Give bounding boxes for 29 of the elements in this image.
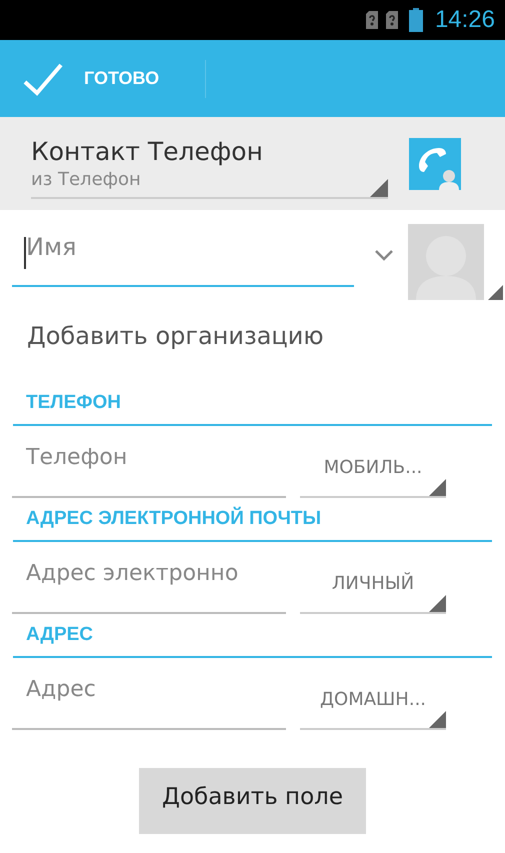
section-header: АДРЕС (13, 614, 492, 658)
add-field-button[interactable]: Добавить поле (139, 768, 366, 834)
account-selector[interactable]: Контакт Телефон из Телефон (31, 128, 388, 198)
dropdown-corner-icon (488, 285, 503, 300)
text-input-field[interactable]: Телефон (12, 438, 286, 498)
account-source: из Телефон (31, 168, 141, 192)
dropdown-corner-icon (429, 711, 446, 728)
clock: 14:26 (434, 6, 495, 34)
section-header: АДРЕС ЭЛЕКТРОННОЙ ПОЧТЫ (13, 498, 492, 542)
text-input-field[interactable]: Адрес электронно (12, 554, 286, 614)
chevron-down-icon[interactable] (374, 249, 394, 261)
add-organization-link[interactable]: Добавить организацию (0, 300, 505, 382)
sim-card-icon (364, 10, 379, 30)
name-input-field[interactable]: Имя (12, 223, 354, 287)
text-cursor (24, 237, 26, 269)
text-input-field[interactable]: Адрес (12, 670, 286, 730)
checkmark-icon (22, 62, 64, 96)
phone-contact-icon (409, 138, 461, 190)
type-dropdown[interactable]: ЛИЧНЫЙ (300, 558, 446, 614)
dropdown-corner-icon (429, 479, 446, 496)
dropdown-corner-icon (370, 178, 388, 196)
type-dropdown[interactable]: МОБИЛЬ... (300, 442, 446, 498)
battery-icon (408, 8, 423, 32)
type-dropdown[interactable]: ДОМАШН... (300, 674, 446, 730)
section-header: ТЕЛЕФОН (13, 382, 492, 426)
sim-card-icon (384, 10, 399, 30)
dropdown-corner-icon (429, 595, 446, 612)
done-button[interactable]: ГОТОВО (0, 40, 170, 117)
account-name: Контакт Телефон (31, 136, 263, 166)
